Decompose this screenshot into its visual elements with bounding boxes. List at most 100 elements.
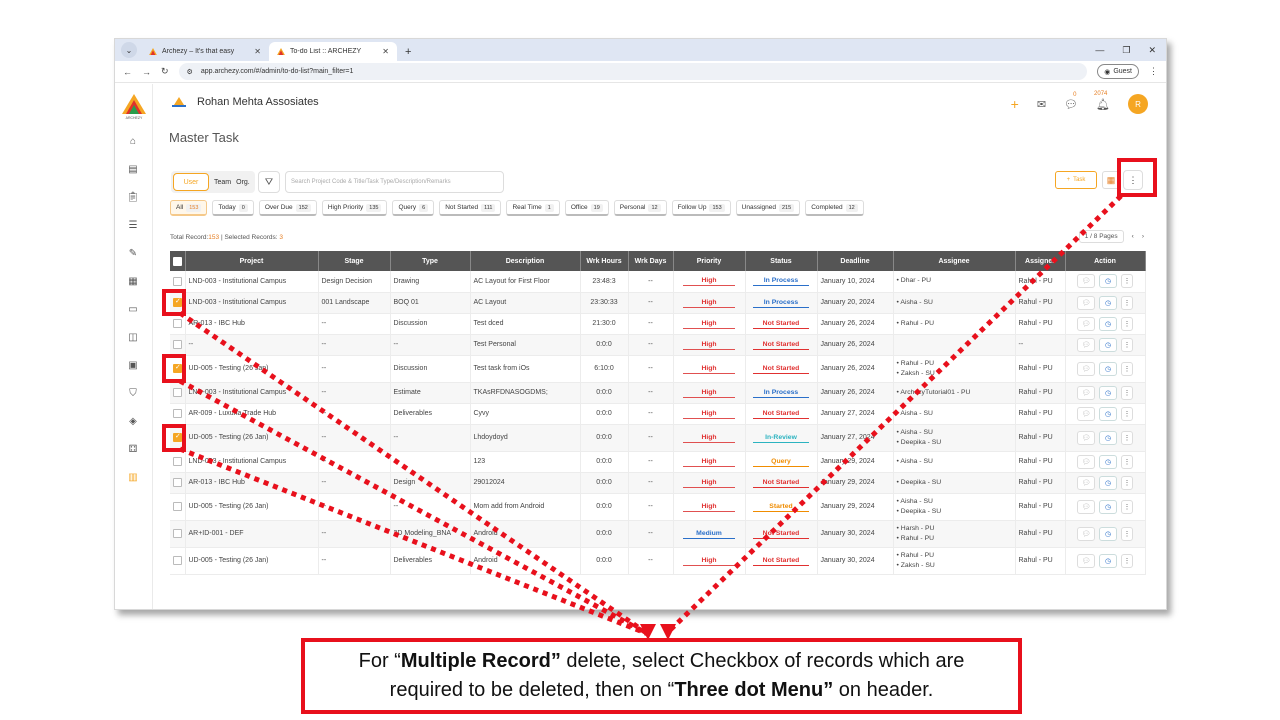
column-header[interactable]: Wrk Days [628,251,674,271]
new-tab-icon[interactable]: + [405,46,411,58]
column-header[interactable]: Description [470,251,581,271]
filter-chip[interactable]: High Priority 135 [321,200,388,216]
comment-icon[interactable]: 💬︎ [1077,406,1095,421]
row-checkbox[interactable] [173,478,182,487]
comment-icon[interactable]: 💬︎ [1077,316,1095,331]
list-icon[interactable]: ☰ [126,218,140,232]
table-row[interactable]: UD-005 - Testing (26 Jan) -- -- Lhdoydoyd 0:… [170,424,1146,452]
image-icon[interactable]: ▣ [126,358,140,372]
add-task-button[interactable]: + Task [1055,171,1097,189]
filter-chip[interactable]: All 153 [170,200,208,216]
minimize-icon[interactable]: — [1095,45,1104,55]
column-header[interactable]: Stage [318,251,391,271]
column-header[interactable]: Assigner [1015,251,1066,271]
column-header[interactable]: Wrk Hours [580,251,629,271]
document-icon[interactable]: ▤ [126,162,140,176]
table-row[interactable]: AR-013 - IBC Hub -- Design 29012024 0:0:0 -- H… [170,472,1146,494]
clock-icon[interactable]: ◷ [1099,406,1117,421]
browser-tab-todo[interactable]: To-do List :: ARCHEZY ✕ [269,42,397,61]
toggle-user[interactable]: User [173,173,209,191]
clock-icon[interactable]: ◷ [1099,274,1117,289]
table-row[interactable]: LND-003 - Institutional Campus -- Estimate… [170,382,1146,404]
row-menu-icon[interactable]: ⋮ [1121,295,1133,310]
filter-chip[interactable]: Over Due 152 [258,200,317,216]
clock-icon[interactable]: ◷ [1099,430,1117,445]
row-menu-icon[interactable]: ⋮ [1121,454,1133,469]
row-checkbox[interactable] [173,556,182,565]
column-header[interactable]: Project [185,251,319,271]
edit-icon[interactable]: ✎ [126,246,140,260]
table-row[interactable]: AR-009 - Luxuria Trade Hub -- Deliverables… [170,403,1146,425]
comment-icon[interactable]: 💬︎ [1077,274,1095,289]
status-badge[interactable]: In Process [753,298,809,308]
row-menu-icon[interactable]: ⋮ [1121,475,1133,490]
row-menu-icon[interactable]: ⋮ [1121,385,1133,400]
box-icon[interactable]: ◫ [126,330,140,344]
status-badge[interactable]: Not Started [753,319,809,329]
comment-icon[interactable]: 💬︎ [1077,553,1095,568]
row-menu-icon[interactable]: ⋮ [1121,361,1133,376]
comment-icon[interactable]: 💬︎ [1077,295,1095,310]
status-badge[interactable]: In Process [753,388,809,398]
clock-icon[interactable]: ◷ [1099,316,1117,331]
avatar[interactable]: R [1128,94,1148,114]
status-badge[interactable]: Not Started [753,478,809,488]
shield-icon[interactable]: ⛉ [126,386,140,400]
toggle-team[interactable]: Team [209,173,236,191]
report-icon[interactable]: ▦ [126,274,140,288]
status-badge[interactable]: In Process [753,276,809,287]
hierarchy-icon[interactable]: ⚃ [126,442,140,456]
filter-chip[interactable]: Personal 12 [613,200,667,216]
comment-icon[interactable]: 💬︎ [1077,385,1095,400]
status-badge[interactable]: In-Review [753,433,809,443]
column-header[interactable]: Assignee [893,251,1016,271]
row-checkbox[interactable] [173,319,182,328]
close-icon[interactable]: ✕ [382,47,389,56]
clipboard-icon[interactable]: 📋︎ [126,190,140,204]
comment-icon[interactable]: 💬︎ [1077,499,1095,514]
row-checkbox[interactable] [173,276,182,286]
table-row[interactable]: UD-005 - Testing (26 Jan) -- -- Mom add fro… [170,493,1146,521]
table-row[interactable]: UD-005 - Testing (26 Jan) -- Discussion Tes… [170,355,1146,383]
filter-chip[interactable]: Completed 12 [805,200,864,216]
row-checkbox[interactable] [173,502,182,511]
tab-search-icon[interactable]: ⌄ [121,42,137,58]
table-row[interactable]: AR+ID-001 - DEF -- 3D Modeling_BNA Android 0… [170,520,1146,548]
next-page-icon[interactable]: › [1142,233,1144,240]
filter-chip[interactable]: Not Started 111 [439,200,502,216]
row-checkbox[interactable] [173,388,182,397]
row-checkbox[interactable] [173,340,182,349]
row-checkbox[interactable] [173,409,182,418]
filter-chip[interactable]: Unassigned 215 [735,200,801,216]
clock-icon[interactable]: ◷ [1099,553,1117,568]
status-badge[interactable]: Not Started [753,340,809,350]
add-icon[interactable]: + [1011,96,1019,112]
bell-icon[interactable]: 🔔︎ 2074 [1094,91,1110,111]
building-icon[interactable]: ▥ [126,470,140,484]
row-menu-icon[interactable]: ⋮ [1121,316,1133,331]
close-window-icon[interactable]: ✕ [1148,45,1156,56]
status-badge[interactable]: Not Started [753,529,809,539]
search-input[interactable]: Search Project Code & Title/Task Type/De… [285,171,504,193]
profile-button[interactable]: ◉ Guest [1097,64,1139,79]
back-icon[interactable]: ← [123,67,132,77]
table-row[interactable]: UD-005 - Testing (26 Jan) -- Deliverables A… [170,547,1146,575]
comment-icon[interactable]: 💬︎ [1077,430,1095,445]
toggle-org[interactable]: Org. [236,173,250,191]
maximize-icon[interactable]: ❐ [1122,45,1130,56]
comment-icon[interactable]: 💬︎ [1077,454,1095,469]
select-all-checkbox[interactable] [172,256,182,266]
book-icon[interactable]: ▭ [126,302,140,316]
status-badge[interactable]: Not Started [753,364,809,374]
clock-icon[interactable]: ◷ [1099,526,1117,541]
status-badge[interactable]: Not Started [753,409,809,419]
column-header[interactable]: Status [745,251,818,271]
forward-icon[interactable]: → [142,67,151,77]
browser-tab-archezy[interactable]: Archezy – It's that easy ✕ [141,42,269,61]
site-settings-icon[interactable]: ⚙ [187,68,193,76]
table-row[interactable]: AR-013 - IBC Hub -- Discussion Test dced 21:… [170,313,1146,335]
column-header[interactable]: Type [390,251,471,271]
status-badge[interactable]: Query [753,457,809,467]
column-header[interactable]: Deadline [817,251,894,271]
comment-icon[interactable]: 💬︎ [1077,337,1095,352]
